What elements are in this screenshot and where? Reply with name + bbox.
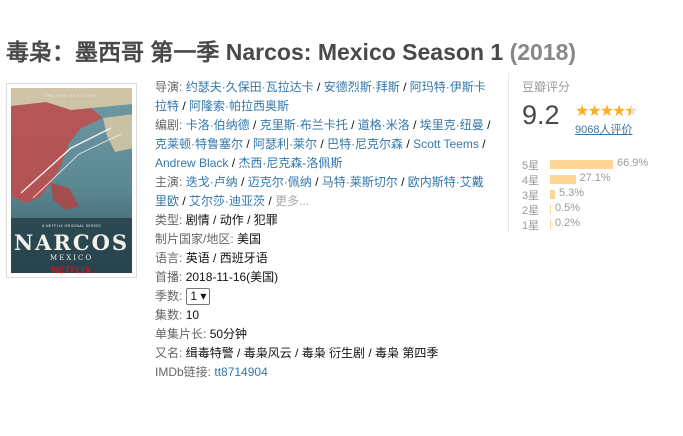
poster-tagline: THE RISE OF ALL EVIL: [45, 93, 98, 98]
premiere-label: 首播:: [155, 270, 183, 284]
writer-row: 编剧: 卡洛·伯纳德 / 克里斯·布兰卡托 / 道格·米洛 / 埃里克·纽曼 /…: [155, 118, 491, 170]
rating-distribution: 5星 66.9% 4星 27.1% 3星 5.3% 2星 0.5% 1星 0.2%: [522, 157, 682, 232]
premiere-value: 2018-11-16(美国): [185, 270, 279, 284]
season-select[interactable]: 1 ▾: [186, 288, 211, 306]
genre-value: 动作: [219, 213, 244, 227]
rating-votes-link[interactable]: 9068人评价: [575, 121, 632, 137]
language-label: 语言:: [155, 251, 183, 265]
rating-dist-percent: 5.3%: [558, 187, 585, 199]
cast-label: 主演:: [155, 175, 183, 189]
country-label: 制片国家/地区:: [155, 232, 234, 246]
rating-dist-row: 2星 0.5%: [522, 202, 682, 217]
title-main: 毒枭：墨西哥 第一季 Narcos: Mexico Season 1: [6, 39, 504, 65]
writer-link[interactable]: 卡洛·伯纳德: [186, 118, 250, 132]
cast-link[interactable]: 迭戈·卢纳: [186, 175, 238, 189]
rating-dist-label: 2星: [522, 205, 540, 217]
country-value: 美国: [237, 232, 262, 246]
star-icon: ★: [599, 103, 614, 120]
rating-dist-bar: [550, 175, 576, 184]
rating-dist-label: 4星: [522, 175, 540, 187]
writer-link[interactable]: 埃里克·纽曼: [420, 118, 484, 132]
rating-dist-bar: [550, 190, 555, 199]
runtime-row: 单集片长: 50分钟: [155, 325, 495, 344]
rating-dist-bar: [550, 160, 613, 169]
rating-dist-percent: 27.1%: [579, 172, 611, 184]
cast-row: 主演: 迭戈·卢纳 / 迈克尔·佩纳 / 马特·莱斯切尔 / 欧内斯特·艾戴里欧…: [155, 175, 484, 208]
rating-dist-row: 4星 27.1%: [522, 172, 682, 187]
rating-dist-label: 3星: [522, 190, 540, 202]
imdb-link[interactable]: tt8714904: [214, 365, 267, 379]
imdb-label: IMDb链接:: [155, 365, 212, 379]
cast-link[interactable]: 艾尔莎·迪亚茨: [189, 194, 265, 208]
poster-image: THE RISE OF ALL EVIL A NETFLIX ORIGINAL …: [11, 88, 132, 273]
poster-subtitle: MEXICO: [49, 254, 94, 262]
cast-link[interactable]: 马特·莱斯切尔: [322, 175, 398, 189]
episodes-label: 集数:: [155, 308, 183, 322]
writer-link[interactable]: 阿瑟利·莱尔: [253, 137, 317, 151]
rating-score: 9.2: [522, 100, 560, 130]
imdb-row: IMDb链接: tt8714904: [155, 363, 495, 382]
cast-more-link[interactable]: 更多...: [275, 194, 309, 208]
runtime-value: 50分钟: [209, 327, 248, 341]
aka-label: 又名:: [155, 346, 183, 360]
genre-row: 类型: 剧情 / 动作 / 犯罪: [155, 213, 278, 227]
writer-link[interactable]: 杰西·尼克森-洛佩斯: [238, 156, 342, 170]
rating-dist-bar: [550, 205, 551, 214]
genre-value: 犯罪: [253, 213, 278, 227]
genre-label: 类型:: [155, 213, 183, 227]
title-year: (2018): [509, 39, 577, 65]
rating-dist-percent: 0.5%: [555, 202, 581, 214]
rating-dist-row: 3星 5.3%: [522, 187, 682, 202]
half-star-icon: ★: [624, 101, 638, 121]
rating-label: 豆瓣评分: [522, 80, 571, 94]
writer-link[interactable]: Andrew Black: [155, 156, 228, 170]
season-row: 季数: 1 ▾: [155, 287, 495, 306]
genre-value: 剧情: [185, 213, 210, 227]
writer-label: 编剧:: [155, 118, 183, 132]
director-link[interactable]: 约瑟夫·久保田·瓦拉达卡: [186, 80, 314, 94]
director-link[interactable]: 阿隆索·帕拉西奥斯: [189, 99, 289, 113]
aka-row: 又名: 缉毒特警 / 毒枭风云 / 毒枭 衍生剧 / 毒枭 第四季: [155, 344, 495, 363]
language-row: 语言: 英语 / 西班牙语: [155, 249, 495, 268]
writer-link[interactable]: 克莱顿·特鲁塞尔: [155, 137, 243, 151]
cast-link[interactable]: 迈克尔·佩纳: [248, 175, 312, 189]
netflix-logo: NETFLIX: [51, 265, 92, 273]
director-link[interactable]: 安德烈斯·拜斯: [324, 80, 400, 94]
runtime-label: 单集片长:: [155, 327, 207, 341]
director-row: 导演: 约瑟夫·久保田·瓦拉达卡 / 安德烈斯·拜斯 / 阿玛特·伊斯卡拉特 /…: [155, 80, 486, 113]
writer-link[interactable]: 巴特·尼克尔森: [327, 137, 403, 151]
star-icon: ★: [612, 103, 626, 120]
info-panel: 导演: 约瑟夫·久保田·瓦拉达卡 / 安德烈斯·拜斯 / 阿玛特·伊斯卡拉特 /…: [155, 78, 495, 382]
poster-original-label: A NETFLIX ORIGINAL SERIES: [42, 224, 101, 228]
language-value: 英语 / 西班牙语: [185, 251, 268, 265]
rating-dist-bar: [550, 220, 551, 229]
rating-dist-label: 1星: [522, 220, 540, 232]
star-icon: ★: [575, 103, 589, 120]
rating-dist-percent: 0.2%: [555, 217, 581, 229]
poster[interactable]: THE RISE OF ALL EVIL A NETFLIX ORIGINAL …: [6, 83, 137, 278]
episodes-row: 集数: 10: [155, 306, 495, 325]
rating-dist-label: 5星: [522, 160, 540, 172]
rating-dist-row: 5星 66.9%: [522, 157, 682, 172]
rating-stars: ★★★★★: [575, 101, 639, 121]
writer-link[interactable]: Scott Teems: [413, 137, 479, 151]
premiere-row: 首播: 2018-11-16(美国): [155, 268, 495, 287]
rating-panel: 豆瓣评分 9.2 ★★★★★ 9068人评价 5星66.9%4星27.1%3星5…: [508, 73, 682, 233]
director-label: 导演:: [155, 80, 183, 94]
page-title: 毒枭：墨西哥 第一季 Narcos: Mexico Season 1 (2018…: [6, 33, 576, 67]
writer-link[interactable]: 道格·米洛: [358, 118, 410, 132]
poster-title: NARCOS: [13, 230, 130, 255]
rating-dist-row: 1星 0.2%: [522, 217, 682, 232]
rating-dist-percent: 66.9%: [617, 157, 649, 169]
score-row: 9.2 ★★★★★ 9068人评价: [522, 98, 682, 138]
writer-link[interactable]: 克里斯·布兰卡托: [260, 118, 348, 132]
star-icon: ★: [587, 103, 601, 120]
aka-value: 缉毒特警 / 毒枭风云 / 毒枭 衍生剧 / 毒枭 第四季: [185, 346, 439, 360]
season-label: 季数:: [155, 289, 183, 303]
country-row: 制片国家/地区: 美国: [155, 230, 495, 249]
episodes-value: 10: [185, 308, 200, 322]
